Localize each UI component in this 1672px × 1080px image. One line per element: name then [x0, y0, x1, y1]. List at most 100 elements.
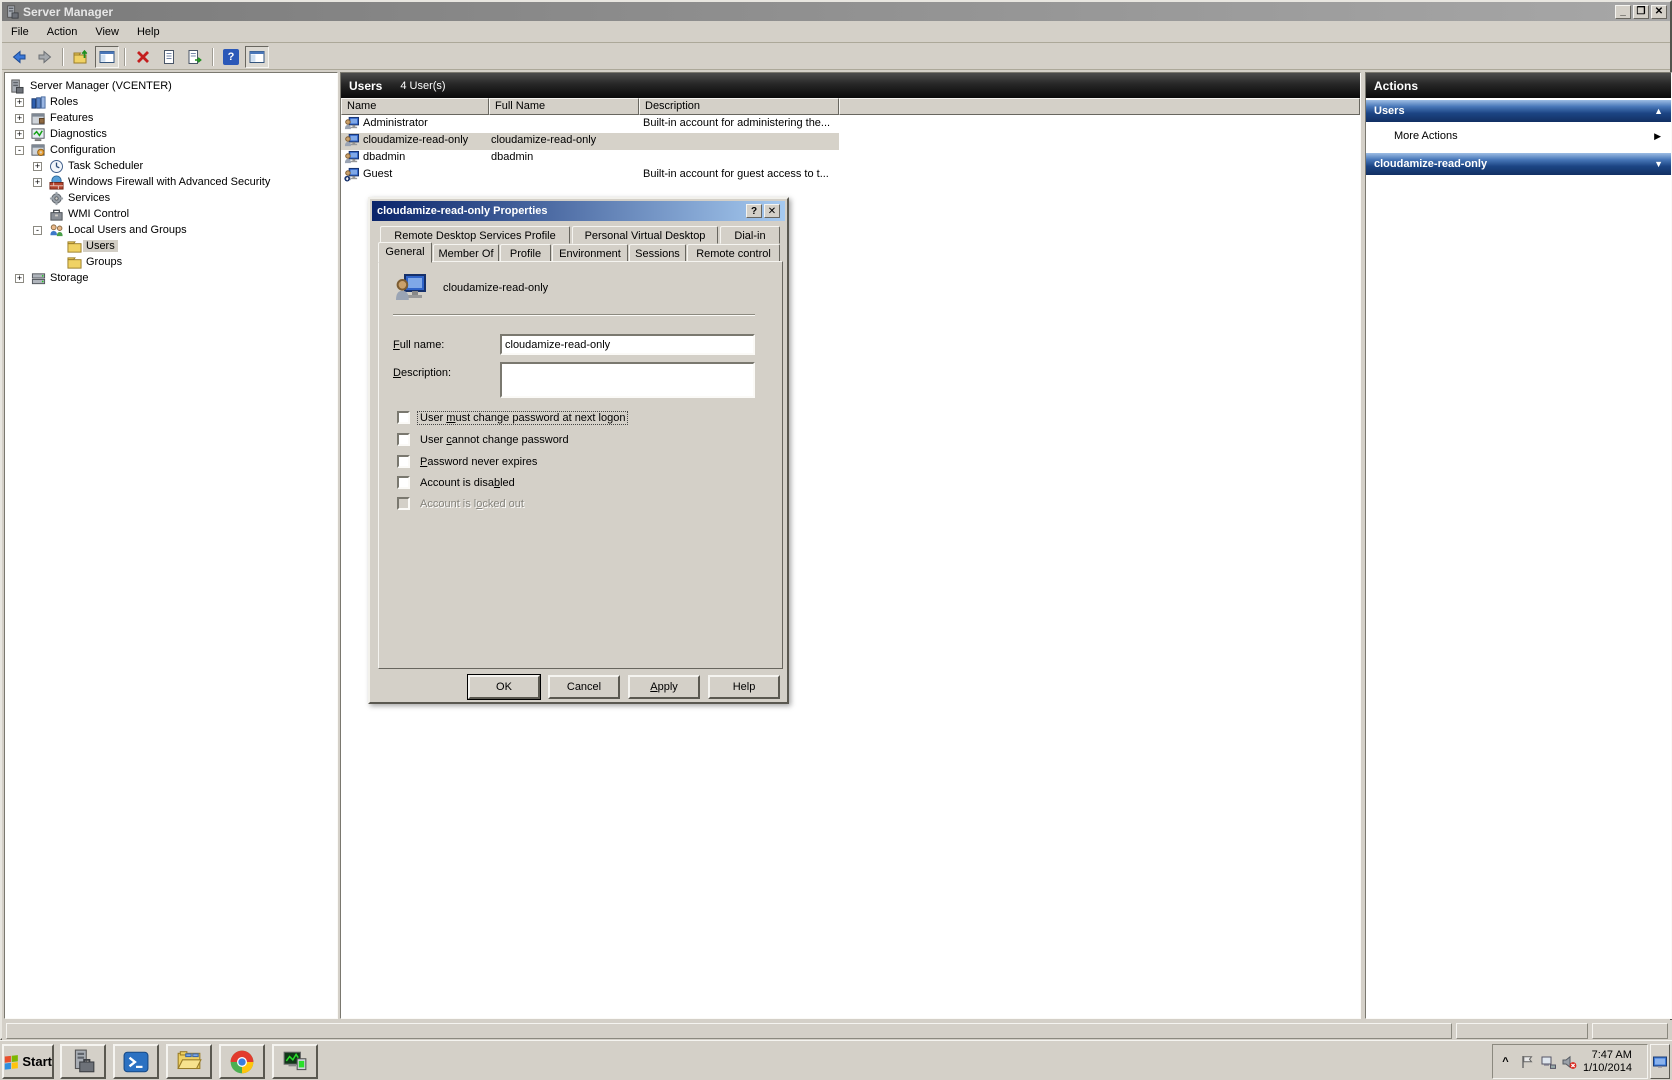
results-count: 4 User(s)	[400, 80, 445, 92]
action-center-flag-icon[interactable]	[1518, 1053, 1535, 1070]
tree-item-users[interactable]: Users	[5, 239, 337, 255]
column-header-full-name[interactable]: Full Name	[489, 98, 639, 115]
account-disabled-checkbox[interactable]	[397, 476, 410, 489]
status-panel	[1456, 1023, 1588, 1039]
clock[interactable]: 7:47 AM 1/10/2014	[1583, 1049, 1632, 1075]
restore-button[interactable]: ❐	[1633, 5, 1649, 19]
server-manager-icon	[9, 79, 24, 94]
ok-button[interactable]: OK	[468, 675, 540, 699]
actions-title: Actions	[1374, 79, 1418, 93]
tab-environment[interactable]: Environment	[552, 244, 628, 262]
close-button[interactable]: ✕	[1651, 5, 1667, 19]
must-change-password-checkbox[interactable]	[397, 411, 410, 424]
actions-section-cloudamize[interactable]: cloudamize-read-only ▼	[1366, 153, 1671, 175]
back-button[interactable]	[7, 46, 31, 68]
tree-item-groups[interactable]: Groups	[5, 255, 337, 271]
expander-icon[interactable]: +	[15, 114, 24, 123]
system-tray: ^ 7:47 AM 1/10/2014	[1492, 1044, 1648, 1079]
forward-button[interactable]	[33, 46, 57, 68]
tree-item-features[interactable]: + Features	[5, 111, 337, 127]
account-disabled-label[interactable]: Account is disabled	[420, 477, 515, 489]
tree-item-server-manager[interactable]: Server Manager (VCENTER)	[5, 79, 337, 95]
password-never-expires-label[interactable]: Password never expires	[420, 456, 537, 468]
expander-icon[interactable]: -	[33, 226, 42, 235]
tab-sessions[interactable]: Sessions	[629, 244, 686, 262]
show-hidden-icons-button[interactable]: ^	[1497, 1053, 1514, 1070]
expander-icon[interactable]: +	[15, 130, 24, 139]
tree-item-local-users-groups[interactable]: - Local Users and Groups	[5, 223, 337, 239]
tree-item-roles[interactable]: + Roles	[5, 95, 337, 111]
up-one-level-button[interactable]	[69, 46, 93, 68]
expander-icon[interactable]: +	[15, 98, 24, 107]
tab-member-of[interactable]: Member Of	[433, 244, 499, 262]
menu-action[interactable]: Action	[38, 23, 87, 41]
volume-muted-icon[interactable]	[1560, 1053, 1577, 1070]
server-manager-app-icon	[5, 5, 19, 19]
dialog-help-button[interactable]: ?	[746, 204, 762, 218]
properties-button[interactable]	[157, 46, 181, 68]
menu-help[interactable]: Help	[128, 23, 169, 41]
menu-file[interactable]: File	[2, 23, 38, 41]
tab-dial-in[interactable]: Dial-in	[720, 226, 780, 244]
task-scheduler-icon	[49, 159, 64, 174]
taskbar-task-manager-button[interactable]	[272, 1044, 318, 1079]
must-change-password-label[interactable]: User must change password at next logon	[418, 412, 627, 424]
list-row-administrator[interactable]: Administrator Built-in account for admin…	[341, 116, 839, 133]
expander-icon[interactable]: -	[15, 146, 24, 155]
more-actions-item[interactable]: More Actions ▶	[1366, 123, 1671, 149]
expander-icon[interactable]: +	[15, 274, 24, 283]
window-titlebar[interactable]: Server Manager _ ❐ ✕	[2, 2, 1670, 21]
taskbar-powershell-button[interactable]	[113, 1044, 159, 1079]
network-icon[interactable]	[1539, 1053, 1556, 1070]
apply-button[interactable]: Apply	[628, 675, 700, 699]
password-never-expires-checkbox[interactable]	[397, 455, 410, 468]
tab-profile[interactable]: Profile	[500, 244, 551, 262]
description-input[interactable]	[500, 362, 755, 398]
dialog-close-button[interactable]: ✕	[764, 204, 780, 218]
expander-icon[interactable]: +	[33, 162, 42, 171]
results-header: Users 4 User(s)	[341, 73, 1360, 98]
column-header-description[interactable]: Description	[639, 98, 839, 115]
collapse-section-icon[interactable]: ▲	[1654, 106, 1663, 116]
export-list-button[interactable]	[183, 46, 207, 68]
show-desktop-button[interactable]	[1650, 1044, 1670, 1079]
tree-item-configuration[interactable]: - Configuration	[5, 143, 337, 159]
tree-item-services[interactable]: Services	[5, 191, 337, 207]
dialog-titlebar[interactable]: cloudamize-read-only Properties ? ✕	[372, 201, 785, 221]
tree-item-wmi-control[interactable]: WMI Control	[5, 207, 337, 223]
tab-general[interactable]: General	[378, 242, 432, 263]
taskbar-chrome-button[interactable]	[219, 1044, 265, 1079]
list-row-guest[interactable]: Guest Built-in account for guest access …	[341, 167, 839, 184]
expand-section-icon[interactable]: ▼	[1654, 159, 1663, 169]
tab-remote-control[interactable]: Remote control	[687, 244, 780, 262]
delete-x-icon	[135, 49, 151, 65]
menu-view[interactable]: View	[86, 23, 128, 41]
taskbar-explorer-button[interactable]	[166, 1044, 212, 1079]
actions-section-users[interactable]: Users ▲	[1366, 100, 1671, 122]
full-name-input[interactable]	[500, 334, 755, 355]
submenu-arrow-icon: ▶	[1654, 131, 1661, 142]
delete-button[interactable]	[131, 46, 155, 68]
cancel-button[interactable]: Cancel	[548, 675, 620, 699]
tree-item-diagnostics[interactable]: + Diagnostics	[5, 127, 337, 143]
action-pane-toggle-button[interactable]	[245, 46, 269, 68]
expander-icon[interactable]: +	[33, 178, 42, 187]
tray-date: 1/10/2014	[1583, 1062, 1632, 1074]
start-button[interactable]: Start	[2, 1044, 54, 1079]
actions-pane: Actions Users ▲ More Actions ▶ cloudamiz…	[1365, 72, 1672, 1019]
tab-personal-virtual-desktop[interactable]: Personal Virtual Desktop	[572, 226, 718, 244]
cannot-change-password-checkbox[interactable]	[397, 433, 410, 446]
guest-user-icon	[344, 167, 359, 182]
minimize-button[interactable]: _	[1615, 5, 1631, 19]
cannot-change-password-label[interactable]: User cannot change password	[420, 434, 569, 446]
help-button[interactable]: ?	[219, 46, 243, 68]
help-button-dialog[interactable]: Help	[708, 675, 780, 699]
tree-item-task-scheduler[interactable]: + Task Scheduler	[5, 159, 337, 175]
list-row-cloudamize-read-only[interactable]: cloudamize-read-only cloudamize-read-onl…	[341, 133, 839, 150]
column-header-name[interactable]: Name	[341, 98, 489, 115]
tree-item-windows-firewall[interactable]: + Windows Firewall with Advanced Securit…	[5, 175, 337, 191]
console-tree-toggle-button[interactable]	[95, 46, 119, 68]
list-row-dbadmin[interactable]: dbadmin dbadmin	[341, 150, 839, 167]
taskbar-server-manager-button[interactable]	[60, 1044, 106, 1079]
tree-item-storage[interactable]: + Storage	[5, 271, 337, 287]
